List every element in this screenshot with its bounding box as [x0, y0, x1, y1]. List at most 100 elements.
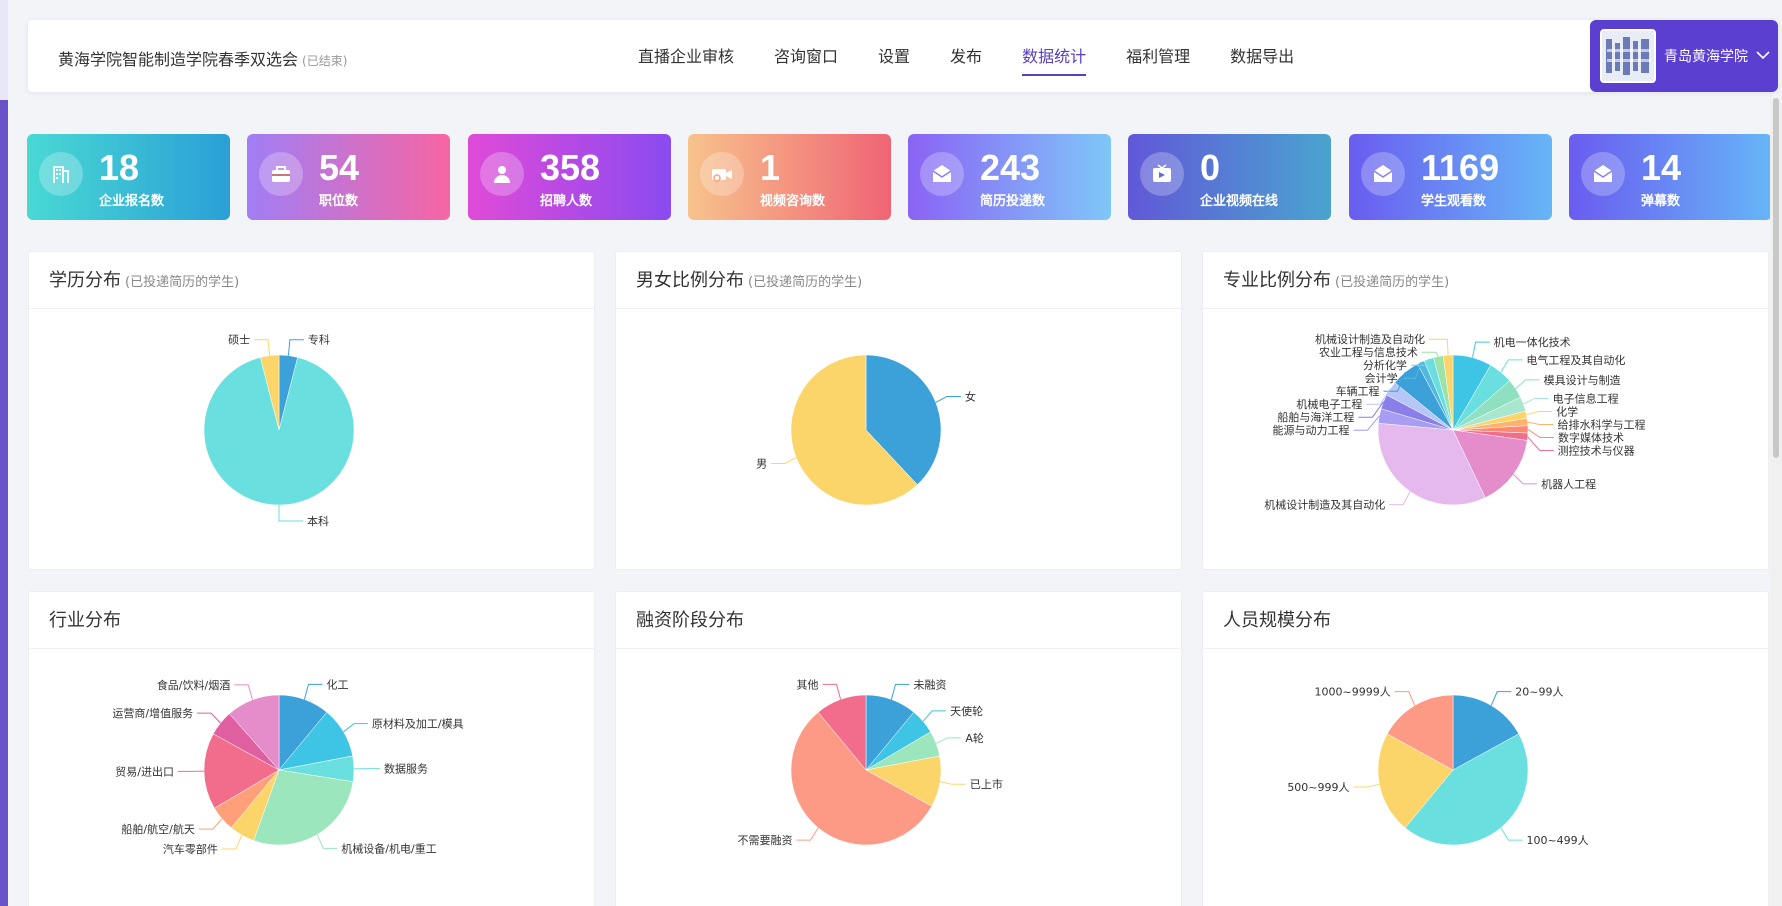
label-leader-line: [935, 737, 962, 744]
label-leader-line: [1500, 359, 1523, 373]
pie-label: 天使轮: [950, 704, 983, 718]
label-leader-line: [1526, 410, 1553, 416]
card-title: 行业分布: [29, 592, 594, 649]
major-card: 专业比例分布 (已投递简历的学生) 机电一体化技术 电气工程及其自动化 模具设计与制造…: [1202, 251, 1769, 570]
pie-label: 船舶与海洋工程: [1277, 410, 1354, 424]
label-leader-line: [1513, 474, 1538, 485]
pie-label: 分析化学: [1363, 358, 1407, 372]
financing-pie-chart: 未融资天使轮 A轮已上市 其他不需要融资: [738, 678, 1003, 847]
chevron-down-icon: [1756, 48, 1770, 64]
stat-card: 14 弹幕数: [1569, 134, 1772, 220]
education-card: 学历分布 (已投递简历的学生) 专科本科 硕士: [28, 251, 595, 570]
nav-live-review[interactable]: 直播企业审核: [638, 20, 734, 92]
stat-label: 学生观看数: [1421, 194, 1487, 209]
scrollbar-thumb[interactable]: [1773, 98, 1779, 458]
nav-data-export[interactable]: 数据导出: [1230, 20, 1294, 92]
pie-label: 女: [965, 390, 976, 404]
stat-value: 0: [1200, 147, 1221, 188]
left-strip: [0, 0, 8, 906]
pie-label: 100~499人: [1526, 834, 1588, 847]
pie-label: 电气工程及其自动化: [1526, 353, 1625, 367]
nav-publish[interactable]: 发布: [950, 20, 982, 92]
label-leader-line: [1353, 783, 1380, 788]
pie-label: 硕士: [228, 334, 250, 347]
gender-pie-chart: 女男: [756, 354, 976, 506]
pie-label: A轮: [965, 731, 984, 745]
stat-label: 职位数: [319, 194, 359, 209]
pie-label: 电子信息工程: [1553, 391, 1619, 405]
event-status: (已结束): [302, 54, 348, 68]
pie-label: 本科: [307, 514, 329, 528]
label-leader-line: [939, 781, 966, 785]
pie-label: 已上市: [970, 777, 1003, 791]
nav-settings[interactable]: 设置: [878, 20, 910, 92]
stat-card: 0 企业视频在线: [1128, 134, 1331, 220]
staff-size-pie-chart: 20~99人 100~499人 1000~9999人 500~999人: [1287, 686, 1588, 847]
pie-label: 1000~9999人: [1314, 686, 1390, 699]
pie-label: 贸易/进出口: [115, 764, 174, 778]
nav-data-stats[interactable]: 数据统计: [1022, 20, 1087, 92]
stat-label: 企业视频在线: [1200, 194, 1279, 209]
pie-label: 船舶/航空/航天: [121, 822, 194, 836]
stat-card: 54 职位数: [247, 134, 450, 220]
label-leader-line: [303, 683, 323, 700]
card-title: 学历分布 (已投递简历的学生): [29, 252, 594, 309]
education-pie-chart: 专科本科 硕士: [203, 333, 355, 528]
label-leader-line: [822, 683, 842, 700]
label-leader-line: [316, 834, 338, 849]
label-leader-line: [1472, 341, 1490, 358]
label-leader-line: [1490, 691, 1512, 706]
pie-label: 给排水科学与工程: [1558, 417, 1646, 431]
envelope-icon: [1361, 152, 1405, 196]
stat-value: 358: [540, 147, 601, 188]
label-leader-line: [1527, 436, 1554, 451]
pie-label: 500~999人: [1287, 781, 1349, 794]
stat-value: 54: [319, 147, 360, 188]
label-leader-line: [287, 339, 304, 356]
industry-pie-chart: 化工原材料及加工/模具数据服务机械设备/机电/重工 食品/饮料/烟酒运营商/增值服…: [112, 677, 463, 856]
envelope-icon: [1581, 152, 1625, 196]
label-leader-line: [1515, 379, 1540, 390]
pie-label: 数据服务: [384, 762, 428, 776]
nav-consult-window[interactable]: 咨询窗口: [774, 20, 838, 92]
pie-label: 20~99人: [1515, 686, 1563, 699]
label-leader-line: [278, 505, 303, 522]
label-leader-line: [221, 834, 243, 850]
pie-label: 运营商/增值服务: [112, 706, 193, 720]
pie-label: 男: [756, 457, 767, 470]
pie-label: 其他: [797, 678, 819, 691]
gender-card: 男女比例分布 (已投递简历的学生) 女男: [615, 251, 1182, 570]
label-leader-line: [234, 684, 253, 700]
pie-label: 未融资: [913, 678, 946, 691]
pie-label: 机器人工程: [1541, 477, 1596, 491]
tv-icon: [1140, 152, 1184, 196]
card-title: 男女比例分布 (已投递简历的学生): [616, 252, 1181, 309]
stat-card: 1 视频咨询数: [688, 134, 891, 220]
pie-label: 机械设计制造及其自动化: [1264, 498, 1385, 512]
stat-value: 1: [760, 147, 781, 188]
pie-label: 不需要融资: [738, 834, 793, 847]
pie-label: 车辆工程: [1336, 384, 1380, 398]
top-header: 黄海学院智能制造学院春季双选会 (已结束) 直播企业审核 咨询窗口 设置 发布 数…: [28, 20, 1778, 92]
building-icon: [39, 152, 83, 196]
pie-label: 机械设计制造及自动化: [1315, 332, 1425, 346]
label-leader-line: [890, 683, 910, 700]
video-camera-icon: [700, 152, 744, 196]
person-icon: [480, 152, 524, 196]
school-menu[interactable]: 青岛黄海学院: [1590, 20, 1778, 92]
nav-welfare[interactable]: 福利管理: [1126, 20, 1190, 92]
label-leader-line: [1523, 397, 1549, 405]
staff-size-card: 人员规模分布 20~99人 100~499人 1000~9999人 500~999人: [1202, 591, 1769, 906]
briefcase-icon: [259, 152, 303, 196]
stat-value: 14: [1641, 147, 1682, 188]
card-title: 专业比例分布 (已投递简历的学生): [1203, 252, 1768, 309]
pie-label: 专科: [308, 333, 330, 347]
stat-label: 弹幕数: [1641, 194, 1681, 209]
stat-value: 18: [99, 147, 140, 188]
page-scrollbar[interactable]: [1770, 98, 1782, 906]
pie-label: 化学: [1556, 404, 1578, 418]
stat-value: 243: [980, 147, 1041, 188]
pie-label: 机械电子工程: [1296, 397, 1362, 411]
label-leader-line: [1353, 415, 1380, 431]
stat-label: 简历投递数: [980, 194, 1046, 209]
